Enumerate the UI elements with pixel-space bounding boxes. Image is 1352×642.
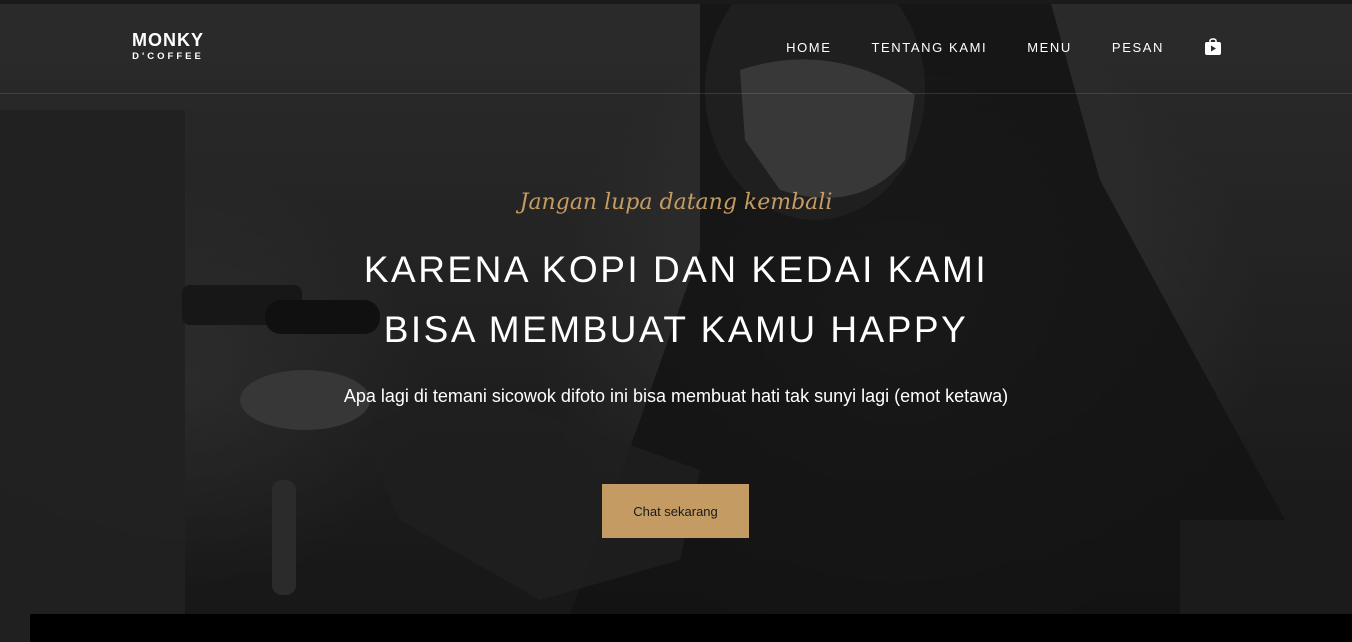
- hero-headline-line-2: BISA MEMBUAT KAMU HAPPY: [383, 309, 969, 350]
- bottom-section-edge: [30, 614, 1352, 642]
- hero-tagline: Jangan lupa datang kembali: [519, 190, 833, 215]
- brand-name: MONKY: [132, 30, 204, 50]
- nav-item-menu[interactable]: MENU: [1027, 40, 1072, 55]
- shopping-bag-play-icon[interactable]: [1204, 38, 1222, 56]
- hero-headline-line-1: KARENA KOPI DAN KEDAI KAMI: [363, 249, 989, 290]
- nav-item-tentang-kami[interactable]: TENTANG KAMI: [871, 40, 987, 55]
- navbar: MONKY D'COFFEE HOME TENTANG KAMI MENU PE…: [0, 4, 1352, 94]
- brand-logo[interactable]: MONKY D'COFFEE: [112, 30, 224, 63]
- nav-item-home[interactable]: HOME: [786, 40, 831, 55]
- hero-headline: KARENA KOPI DAN KEDAI KAMI BISA MEMBUAT …: [0, 240, 1352, 360]
- main-nav: HOME TENTANG KAMI MENU PESAN: [746, 38, 1222, 56]
- nav-item-pesan[interactable]: PESAN: [1112, 40, 1164, 55]
- brand-subtitle: D'COFFEE: [132, 51, 204, 62]
- hero-subtext: Apa lagi di temani sicowok difoto ini bi…: [343, 386, 1009, 406]
- chat-now-button[interactable]: Chat sekarang: [602, 484, 749, 538]
